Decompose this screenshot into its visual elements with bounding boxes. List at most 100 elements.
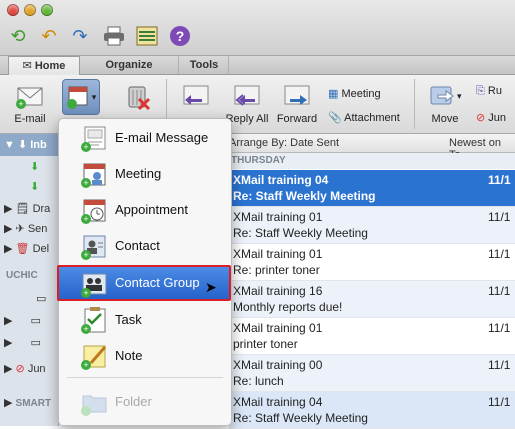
menu-item-contact-group[interactable]: + Contact Group ➤ xyxy=(57,265,231,301)
message-date: 11/1 xyxy=(488,173,511,187)
send-receive-icon[interactable]: ⟲ xyxy=(6,24,30,48)
ribbon-separator xyxy=(414,79,415,129)
svg-text:▾: ▾ xyxy=(457,91,462,101)
menu-item-task[interactable]: + Task xyxy=(59,303,231,337)
message-subject: printer toner xyxy=(233,337,298,351)
junk-button[interactable]: ⊘ Jun xyxy=(476,111,515,124)
appointment-icon: + xyxy=(81,199,106,224)
message-date: 11/1 xyxy=(488,284,511,298)
mail-icon: ✉ xyxy=(22,60,32,72)
sidebar-item-inbox-sub2[interactable]: ⬇ xyxy=(0,176,58,198)
meeting-icon: + xyxy=(81,163,106,188)
message-row[interactable]: XMail training 00 Re: lunch 11/1 xyxy=(229,355,515,392)
message-subject: Re: Staff Weekly Meeting xyxy=(233,189,376,203)
sidebar-item-deleted[interactable]: ▶ 🗑 Del xyxy=(0,238,58,260)
folder-sidebar: ▼ ⬇ Inb ⬇ ⬇ ▶ 🗒 Dra ▶ ✈ Sen ▶ 🗑 Del UCHI… xyxy=(0,134,59,426)
attachment-button[interactable]: 📎 Attachment xyxy=(328,111,413,124)
layout-icon[interactable] xyxy=(135,24,159,48)
email-message-icon: + xyxy=(81,126,106,152)
reply-all-icon xyxy=(229,79,265,113)
svg-text:+: + xyxy=(83,288,88,298)
menu-item-email-message[interactable]: + E-mail Message xyxy=(59,121,231,155)
message-row[interactable]: XMail training 16 Monthly reports due! 1… xyxy=(229,281,515,318)
disclosure-triangle-icon: ▶ xyxy=(4,337,13,349)
move-button[interactable]: ▾ Move xyxy=(420,79,470,125)
sent-icon: ✈ xyxy=(15,223,25,235)
junk-icon: ⊘ xyxy=(476,112,486,124)
message-sender: XMail training 01 xyxy=(233,321,323,335)
svg-text:+: + xyxy=(18,99,23,109)
message-sender: XMail training 01 xyxy=(233,210,323,224)
tab-home[interactable]: ✉ Home xyxy=(8,56,80,76)
message-row[interactable]: XMail training 01 printer toner 11/1 xyxy=(229,318,515,355)
message-row[interactable]: XMail training 04 Re: Staff Weekly Meeti… xyxy=(229,170,515,207)
message-date: 11/1 xyxy=(488,210,511,224)
folder-icon: ▭ xyxy=(36,293,47,305)
disclosure-triangle-icon: ▶ xyxy=(4,315,13,327)
disclosure-triangle-icon: ▶ xyxy=(4,203,13,215)
rules-button[interactable]: ⎘ Ru xyxy=(476,85,515,98)
folder-icon: ▭ xyxy=(30,337,41,349)
message-date: 11/1 xyxy=(488,358,511,372)
message-subject: Re: Staff Weekly Meeting xyxy=(233,226,368,240)
message-date: 11/1 xyxy=(488,395,511,409)
delete-button[interactable] xyxy=(118,79,158,113)
paperclip-icon: 📎 xyxy=(328,112,342,124)
disclosure-triangle-icon: ▶ xyxy=(4,223,13,235)
sidebar-item-junk[interactable]: ▶ ⊘ Jun xyxy=(0,358,58,380)
sidebar-item-account-folder2[interactable]: ▶ ▭ xyxy=(0,310,58,332)
menu-separator xyxy=(67,377,223,378)
smart-folders-header: ▶ SMART xyxy=(4,397,52,409)
trash-icon xyxy=(120,79,156,113)
zoom-window-button[interactable] xyxy=(41,4,53,16)
message-sender: XMail training 00 xyxy=(233,358,323,372)
menu-item-contact[interactable]: + Contact xyxy=(59,229,231,263)
tab-organize[interactable]: Organize xyxy=(80,56,179,74)
redo-icon[interactable]: ↷ xyxy=(68,24,92,48)
inbox-icon: ⬇ xyxy=(17,139,28,151)
note-icon: + xyxy=(81,345,107,370)
minimize-window-button[interactable] xyxy=(24,4,36,16)
undo-icon[interactable]: ↶ xyxy=(37,24,61,48)
forward-button[interactable]: Forward xyxy=(274,79,320,125)
menu-item-appointment[interactable]: + Appointment xyxy=(59,193,231,227)
folder-icon: ▭ xyxy=(30,315,41,327)
message-row[interactable]: XMail training 04 Re: Staff Weekly Meeti… xyxy=(229,392,515,429)
reply-all-button[interactable]: Reply All xyxy=(223,79,271,125)
rules-icon: ⎘ xyxy=(476,85,485,97)
svg-text:+: + xyxy=(83,324,88,334)
sidebar-item-sent[interactable]: ▶ ✈ Sen xyxy=(0,218,58,240)
sidebar-item-account-folder3[interactable]: ▶ ▭ xyxy=(0,332,58,354)
reply-icon xyxy=(178,79,214,113)
close-window-button[interactable] xyxy=(7,4,19,16)
message-sender: XMail training 04 xyxy=(233,395,323,409)
folder-icon xyxy=(81,395,107,416)
svg-text:+: + xyxy=(83,142,88,152)
help-icon[interactable]: ? xyxy=(168,24,192,48)
disclosure-triangle-icon: ▶ xyxy=(4,397,13,409)
meeting-button[interactable]: ▦ Meeting xyxy=(328,87,398,100)
arrange-by-menu[interactable]: Arrange By: Date Sent xyxy=(229,137,339,149)
inbox-icon: ⬇ xyxy=(30,161,40,173)
menu-item-note[interactable]: + Note xyxy=(59,339,231,373)
svg-text:+: + xyxy=(83,250,88,260)
new-email-button[interactable]: + E-mail xyxy=(8,79,52,125)
sidebar-item-account-folder1[interactable]: ▭ xyxy=(0,288,58,310)
forward-icon xyxy=(279,79,315,113)
svg-text:+: + xyxy=(83,214,88,224)
menu-item-meeting[interactable]: + Meeting xyxy=(59,157,231,191)
mouse-pointer-icon: ➤ xyxy=(205,279,217,295)
reply-button[interactable] xyxy=(176,79,216,113)
message-subject: Re: Staff Weekly Meeting xyxy=(233,411,368,425)
drafts-icon: 🗒 xyxy=(15,203,30,215)
menu-item-folder: Folder xyxy=(59,385,231,419)
message-subject: Re: printer toner xyxy=(233,263,320,277)
print-icon[interactable] xyxy=(102,24,126,48)
message-row[interactable]: XMail training 01 Re: printer toner 11/1 xyxy=(229,244,515,281)
tab-tools[interactable]: Tools xyxy=(180,56,229,74)
sidebar-item-inbox[interactable]: ▼ ⬇ Inb xyxy=(0,134,58,156)
message-row[interactable]: XMail training 01 Re: Staff Weekly Meeti… xyxy=(229,207,515,244)
new-items-button[interactable]: ▾ xyxy=(58,79,104,115)
sidebar-item-drafts[interactable]: ▶ 🗒 Dra xyxy=(0,198,58,220)
sidebar-item-inbox-sub1[interactable]: ⬇ xyxy=(0,156,58,178)
